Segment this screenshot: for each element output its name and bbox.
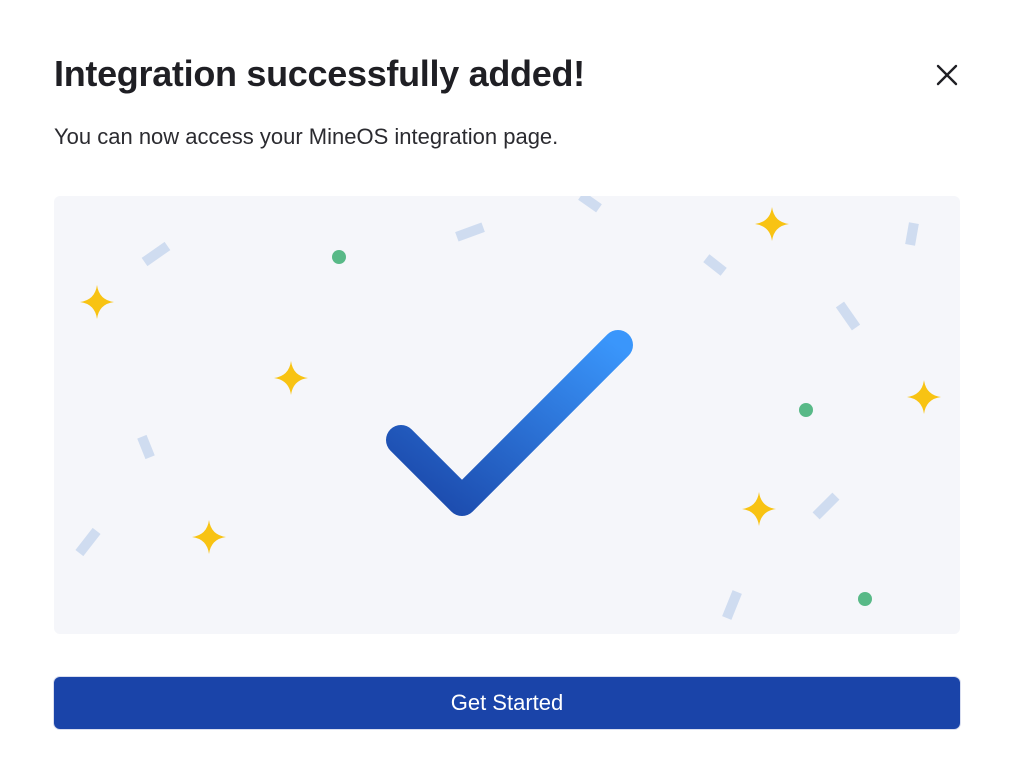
sparkle-star-icon (80, 285, 114, 319)
confetti-icon (835, 301, 861, 331)
confetti-icon (703, 254, 727, 276)
success-illustration (54, 196, 960, 634)
confetti-icon (75, 527, 101, 557)
dot-icon (858, 592, 872, 606)
confetti-icon (578, 196, 602, 213)
dot-icon (799, 403, 813, 417)
sparkle-star-icon (192, 520, 226, 554)
sparkle-star-icon (742, 492, 776, 526)
confetti-group (75, 196, 919, 620)
dot-icon (332, 250, 346, 264)
confetti-icon (905, 222, 919, 246)
stars-group (80, 207, 941, 554)
dots-group (332, 250, 872, 606)
confetti-icon (137, 434, 155, 460)
get-started-button[interactable]: Get Started (54, 677, 960, 729)
close-icon (936, 64, 958, 86)
confetti-icon (722, 590, 742, 620)
modal-subtitle: You can now access your MineOS integrati… (54, 124, 559, 149)
sparkle-star-icon (755, 207, 789, 241)
success-modal: Integration successfully added! You can … (0, 0, 1014, 784)
confetti-icon (455, 222, 485, 242)
sparkle-star-icon (907, 380, 941, 414)
illustration-canvas (75, 196, 941, 620)
close-button[interactable] (928, 56, 966, 94)
sparkle-star-icon (274, 361, 308, 395)
checkmark-icon (386, 330, 633, 516)
modal-title: Integration successfully added! (54, 53, 585, 94)
confetti-icon (812, 492, 840, 520)
confetti-icon (141, 241, 171, 267)
